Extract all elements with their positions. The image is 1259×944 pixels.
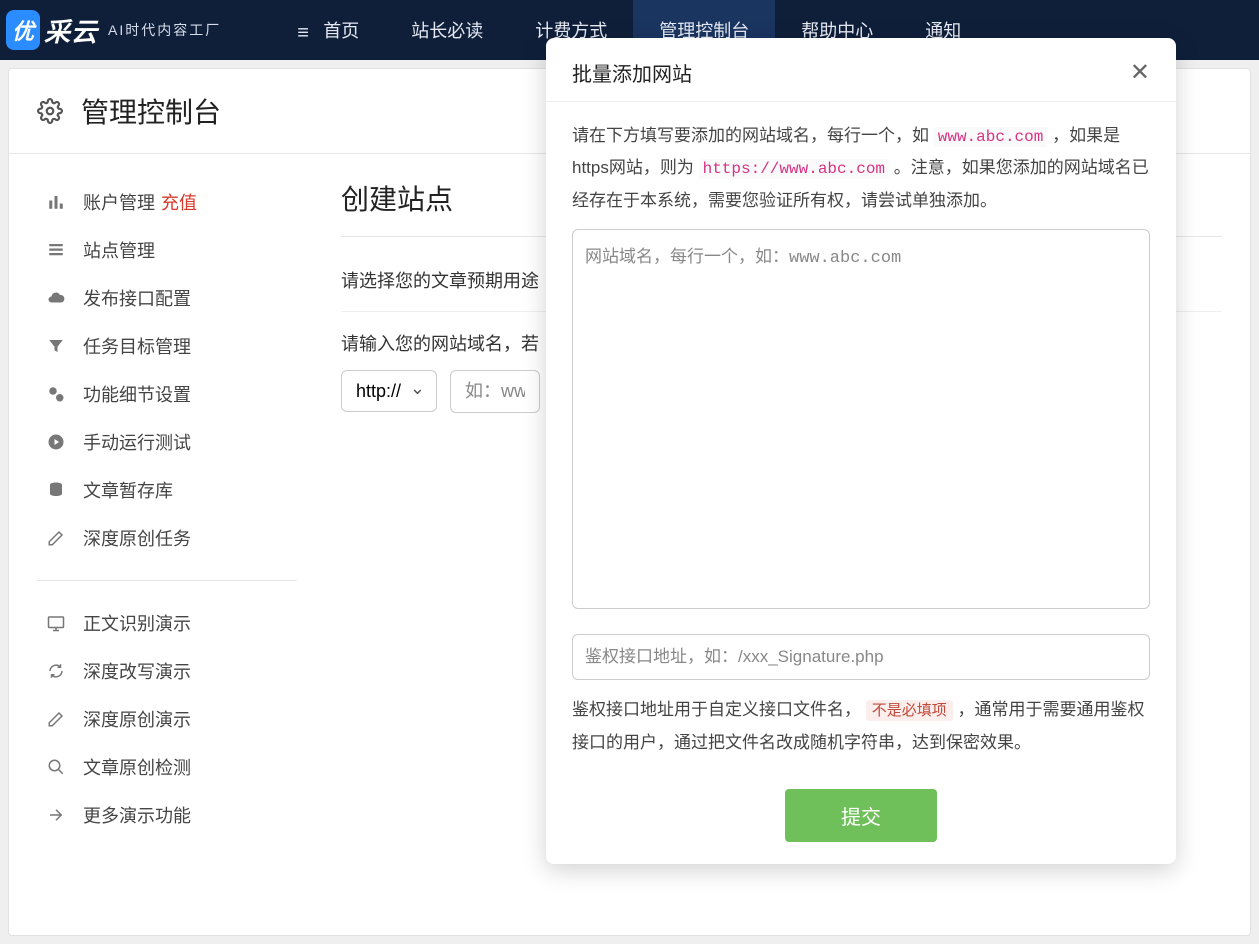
submit-button[interactable]: 提交 [785, 789, 937, 842]
modal-body: 请在下方填写要添加的网站域名，每行一个，如 www.abc.com ，如果是ht… [546, 102, 1176, 783]
modal-overlay: 批量添加网站 ✕ 请在下方填写要添加的网站域名，每行一个，如 www.abc.c… [0, 0, 1259, 874]
domains-textarea[interactable] [572, 229, 1150, 609]
bulk-add-modal: 批量添加网站 ✕ 请在下方填写要添加的网站域名，每行一个，如 www.abc.c… [546, 38, 1176, 864]
code-sample-1: www.abc.com [934, 127, 1048, 147]
code-sample-2: https://www.abc.com [699, 159, 889, 179]
modal-title: 批量添加网站 [572, 58, 692, 87]
auth-url-input[interactable] [572, 634, 1150, 680]
close-icon[interactable]: ✕ [1130, 61, 1150, 85]
modal-footer: 提交 [546, 783, 1176, 864]
auth-note: 鉴权接口地址用于自定义接口文件名， 不是必填项 ，通常用于需要通用鉴权接口的用户… [572, 694, 1150, 759]
modal-intro: 请在下方填写要添加的网站域名，每行一个，如 www.abc.com ，如果是ht… [572, 120, 1150, 217]
modal-header: 批量添加网站 ✕ [546, 38, 1176, 102]
intro-text: 请在下方填写要添加的网站域名，每行一个，如 [572, 126, 934, 145]
note-text: 鉴权接口地址用于自定义接口文件名， [572, 700, 861, 719]
optional-badge: 不是必填项 [866, 700, 953, 721]
